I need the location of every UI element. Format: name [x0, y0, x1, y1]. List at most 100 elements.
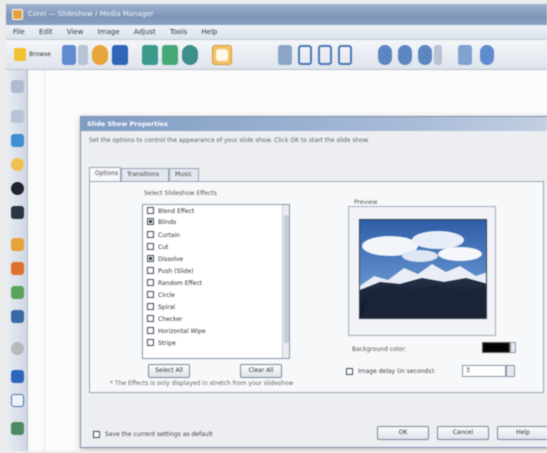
list-item[interactable]: Push (Slide): [147, 267, 193, 277]
slideshow-button[interactable]: [212, 45, 232, 65]
search-dropdown[interactable]: [434, 45, 442, 65]
effects-listbox[interactable]: Blend Effect Blinds Curtain Cut Dissolve…: [142, 204, 290, 359]
film-icon: [142, 45, 158, 65]
list-item[interactable]: Spiral: [147, 303, 175, 313]
select-tool-icon[interactable]: [11, 80, 24, 93]
magnify-minus-button[interactable]: [398, 45, 412, 65]
effect-checkbox[interactable]: [147, 303, 154, 310]
refresh-button[interactable]: [182, 45, 198, 65]
effect-checkbox[interactable]: [147, 231, 154, 238]
list-item[interactable]: Random Effect: [147, 279, 202, 289]
rotate-button[interactable]: [338, 45, 352, 65]
tab-transitions[interactable]: Transitions: [121, 168, 169, 181]
email-button[interactable]: [92, 45, 108, 65]
scrollbar-thumb[interactable]: [284, 215, 289, 343]
image-delay-checkbox[interactable]: [346, 368, 353, 375]
tool-palette: [6, 70, 28, 451]
picture-tool-icon[interactable]: [11, 422, 24, 435]
effect-checkbox[interactable]: [147, 339, 154, 346]
app-icon: [12, 9, 23, 20]
menu-help[interactable]: Help: [201, 28, 217, 36]
list-item[interactable]: Dissolve: [147, 255, 183, 265]
select-all-button[interactable]: Select All: [148, 364, 190, 378]
window-title: Corel — Slideshow / Media Manager: [28, 10, 154, 18]
menu-edit[interactable]: Edit: [39, 28, 53, 36]
film-button[interactable]: [142, 45, 158, 65]
effect-checkbox[interactable]: [147, 218, 154, 225]
list-scrollbar[interactable]: [282, 205, 289, 358]
effect-checkbox[interactable]: [147, 255, 154, 262]
effect-checkbox[interactable]: [147, 279, 154, 286]
effects-tool-icon[interactable]: [11, 342, 24, 355]
preview-box: [348, 206, 496, 336]
browse-button[interactable]: Browse: [12, 45, 54, 65]
bg-color-dropdown[interactable]: [510, 342, 516, 353]
menu-tools[interactable]: Tools: [170, 28, 187, 36]
menu-view[interactable]: View: [67, 28, 84, 36]
list-item[interactable]: Blinds: [147, 218, 176, 228]
cancel-button[interactable]: Cancel: [437, 426, 489, 440]
effect-label: Blinds: [158, 219, 177, 226]
magnify-button[interactable]: [378, 45, 392, 65]
crop-button[interactable]: [318, 45, 332, 65]
effect-checkbox[interactable]: [147, 315, 154, 322]
bg-color-swatch[interactable]: [482, 342, 510, 353]
effect-checkbox[interactable]: [147, 243, 154, 250]
effect-checkbox[interactable]: [147, 291, 154, 298]
search-button[interactable]: [418, 45, 432, 65]
pan-tool-icon[interactable]: [11, 110, 24, 123]
share-icon: [458, 45, 472, 65]
effect-label: Stripe: [158, 340, 176, 347]
fill-tool-icon[interactable]: [11, 370, 24, 383]
view-button[interactable]: [62, 45, 76, 65]
image-delay-label: Image delay (in seconds):: [358, 368, 436, 375]
clone-tool-icon[interactable]: [11, 310, 24, 323]
text-tool-icon[interactable]: [11, 134, 24, 147]
effect-checkbox[interactable]: [147, 267, 154, 274]
dialog-description: Set the options to control the appearanc…: [89, 137, 370, 144]
help-icon: [480, 45, 494, 65]
tab-music[interactable]: Music: [169, 168, 199, 181]
print-icon: [162, 45, 178, 65]
effect-checkbox[interactable]: [147, 207, 154, 214]
light-tool-icon[interactable]: [11, 158, 24, 171]
levels-tool-icon[interactable]: [11, 206, 24, 219]
list-item[interactable]: Curtain: [147, 231, 180, 241]
menu-adjust[interactable]: Adjust: [134, 28, 156, 36]
dialog-title: Slide Show Properties: [87, 120, 168, 128]
effect-label: Dissolve: [158, 256, 184, 263]
effect-label: Checker: [158, 316, 183, 323]
color-tool-icon[interactable]: [11, 238, 24, 251]
list-item[interactable]: Horizontal Wipe: [147, 327, 206, 337]
list-item[interactable]: Circle: [147, 291, 175, 301]
frame-tool-icon[interactable]: [11, 394, 24, 407]
ok-button[interactable]: OK: [377, 426, 429, 440]
paint-tool-icon[interactable]: [11, 262, 24, 275]
list-item[interactable]: Checker: [147, 315, 182, 325]
list-item[interactable]: Blend Effect: [147, 207, 194, 217]
clear-all-button[interactable]: Clear All: [240, 364, 282, 378]
help-dialog-button[interactable]: Help: [497, 426, 547, 440]
list-item[interactable]: Cut: [147, 243, 168, 253]
effect-checkbox[interactable]: [147, 327, 154, 334]
save-icon: [112, 45, 128, 65]
image-delay-input[interactable]: 3: [462, 365, 506, 377]
effect-label: Circle: [158, 292, 175, 299]
frame-button[interactable]: [298, 45, 312, 65]
zoom-button[interactable]: [278, 45, 292, 65]
share-button[interactable]: [458, 45, 472, 65]
contrast-tool-icon[interactable]: [11, 182, 24, 195]
tab-options[interactable]: Options: [89, 167, 121, 181]
effect-label: Cut: [158, 244, 169, 251]
help-button[interactable]: [480, 45, 494, 65]
image-delay-stepper[interactable]: [506, 365, 515, 377]
menu-file[interactable]: File: [13, 28, 25, 36]
menu-image[interactable]: Image: [98, 28, 120, 36]
view-dropdown[interactable]: [78, 45, 88, 65]
dialog-title-bar: Slide Show Properties: [81, 117, 547, 131]
red-eye-tool-icon[interactable]: [11, 286, 24, 299]
list-item[interactable]: Stripe: [147, 339, 176, 349]
print-button[interactable]: [162, 45, 178, 65]
save-default-checkbox[interactable]: [93, 431, 100, 438]
save-button[interactable]: [112, 45, 128, 65]
